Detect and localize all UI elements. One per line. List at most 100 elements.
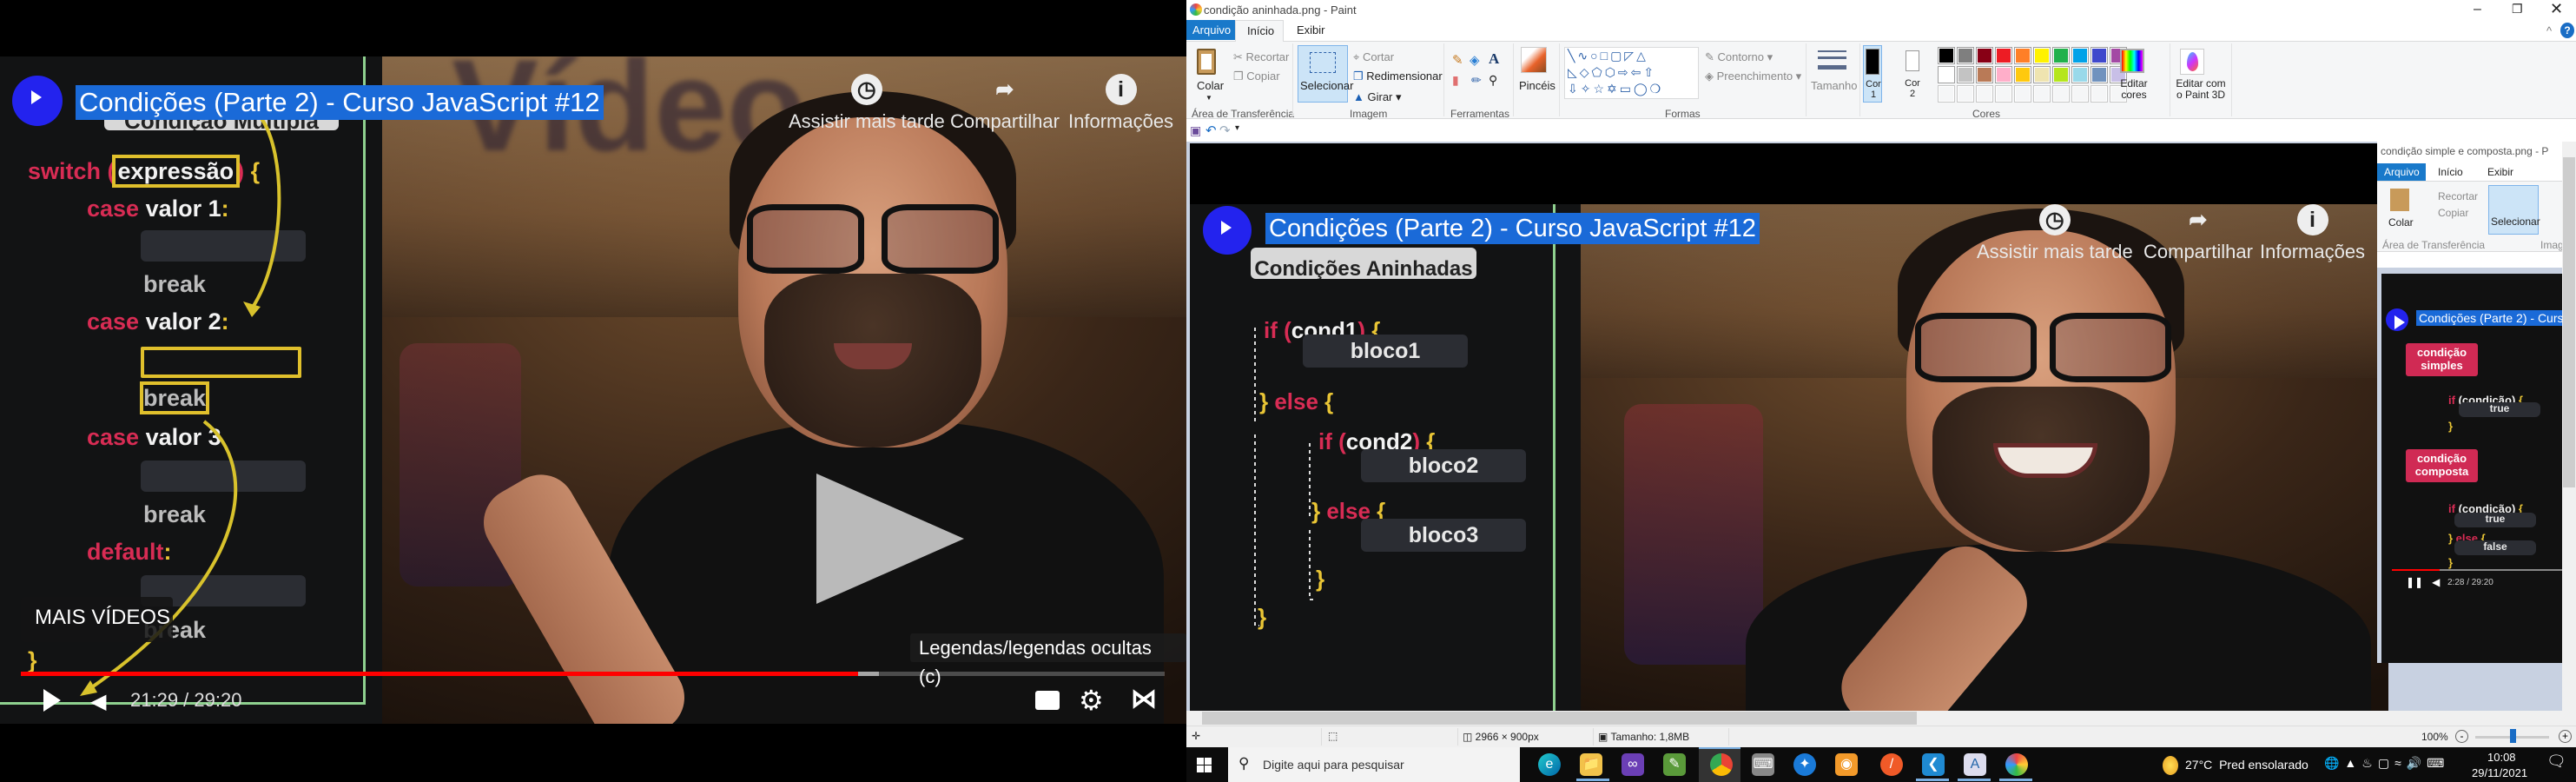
resize-button[interactable]: ❐ Redimensionar xyxy=(1353,70,1443,83)
vertical-scrollbar[interactable] xyxy=(2562,142,2576,711)
copy-button[interactable]: ❐ Copiar xyxy=(1233,70,1280,83)
palette-swatch[interactable] xyxy=(2033,47,2051,64)
color1-button[interactable]: Cor 1 xyxy=(1863,45,1882,103)
palette-swatch[interactable] xyxy=(2033,85,2051,103)
horizontal-scrollbar[interactable] xyxy=(1186,711,2576,726)
outline-button[interactable]: ✎ Contorno ▾ xyxy=(1705,50,1773,64)
palette-swatch[interactable] xyxy=(2014,85,2031,103)
palette-swatch[interactable] xyxy=(2052,66,2070,83)
palette-swatch[interactable] xyxy=(2091,66,2108,83)
palette-swatch[interactable] xyxy=(1995,47,2012,64)
palette-swatch[interactable] xyxy=(1938,66,1955,83)
customize-qat-icon[interactable]: ▾ xyxy=(1235,123,1239,133)
info-button[interactable]: i Informações xyxy=(1068,74,1173,133)
edit-paint3d-button[interactable]: Editar com o Paint 3D xyxy=(2175,78,2227,101)
palette-swatch[interactable] xyxy=(2091,47,2108,64)
video-title[interactable]: Condições (Parte 2) - Curso JavaScript #… xyxy=(76,85,604,120)
paste-button[interactable]: Colar xyxy=(1197,79,1224,92)
notifications-icon[interactable]: 🗨 xyxy=(2546,752,2566,771)
minimize-button[interactable]: – xyxy=(2474,2,2481,17)
palette-swatch[interactable] xyxy=(1976,47,1993,64)
clock-time[interactable]: 10:08 xyxy=(2487,751,2516,764)
palette-swatch[interactable] xyxy=(1976,85,1993,103)
clock-date[interactable]: 29/11/2021 xyxy=(2472,766,2527,779)
document-icon[interactable]: A xyxy=(1964,753,1986,776)
shapes-gallery[interactable]: ╲∿○□▢◸△ ◺◇⬠⬡⇨⇦⇧ ⇩✧☆✡▭◯❍ xyxy=(1564,47,1699,99)
color2-button[interactable] xyxy=(1906,50,1919,71)
info-button[interactable]: i Informações xyxy=(2260,204,2365,263)
tab-arquivo[interactable]: Arquivo xyxy=(1186,20,1235,40)
color-picker-tool[interactable]: ✏ xyxy=(1471,73,1482,88)
palette-swatch[interactable] xyxy=(2091,85,2108,103)
weather-widget[interactable]: 27°C Pred ensolarado xyxy=(2185,758,2308,772)
fill-tool[interactable]: ◈ xyxy=(1470,52,1480,68)
tab-exibir[interactable]: Exibir xyxy=(1297,23,1325,36)
edit-colors-button[interactable]: Editar cores xyxy=(2119,78,2149,101)
palette-swatch[interactable] xyxy=(2014,66,2031,83)
fill-button[interactable]: ◈ Preenchimento ▾ xyxy=(1705,70,1801,83)
vscode-icon[interactable]: ❮ xyxy=(1922,753,1945,776)
palette-swatch[interactable] xyxy=(2071,66,2089,83)
restore-button[interactable]: ❐ xyxy=(2512,2,2523,17)
clock-button[interactable]: ◷ Assistir mais tarde xyxy=(1977,204,2133,263)
palette-swatch[interactable] xyxy=(2033,66,2051,83)
palette-swatch[interactable] xyxy=(2052,85,2070,103)
palette-swatch[interactable] xyxy=(1957,85,1974,103)
search-box[interactable]: ⚲ Digite aqui para pesquisar xyxy=(1228,747,1520,782)
collapse-ribbon-icon[interactable]: ^ xyxy=(2546,24,2552,37)
file-explorer-icon[interactable]: 📁 xyxy=(1580,753,1602,776)
channel-logo[interactable] xyxy=(1203,206,1252,255)
chrome-icon[interactable] xyxy=(1710,753,1733,776)
palette-swatch[interactable] xyxy=(2071,47,2089,64)
more-videos-button[interactable]: MAIS VÍDEOS xyxy=(21,597,173,642)
palette-swatch[interactable] xyxy=(2052,47,2070,64)
app-orange-icon[interactable]: / xyxy=(1880,753,1903,776)
brushes-button[interactable]: Pincéis xyxy=(1519,79,1556,92)
share-button[interactable]: ➦ Compartilhar xyxy=(950,74,1060,133)
nested-paint-window[interactable]: condição simple e composta.png - P Arqui… xyxy=(2377,142,2562,663)
palette-swatch[interactable] xyxy=(1938,47,1955,64)
exit-fullscreen-icon[interactable]: ⋈ xyxy=(1131,684,1157,714)
magnifier-tool[interactable]: ⚲ xyxy=(1489,73,1497,88)
palette-swatch[interactable] xyxy=(1976,66,1993,83)
zoom-in-button[interactable]: + xyxy=(2559,730,2572,743)
app-bird-icon[interactable]: ✦ xyxy=(1793,753,1816,776)
save-icon[interactable]: ▣ xyxy=(1190,123,1201,138)
text-tool[interactable]: A xyxy=(1489,50,1499,68)
palette-swatch[interactable] xyxy=(2071,85,2089,103)
video-title[interactable]: Condições (Parte 2) - Curso JavaScript #… xyxy=(1265,213,1760,244)
eraser-tool[interactable]: ▮ xyxy=(1452,73,1459,88)
select-button[interactable]: Selecionar xyxy=(1298,45,1353,103)
redo-icon[interactable]: ↷ xyxy=(1219,123,1231,138)
paint-taskbar-icon[interactable] xyxy=(2005,753,2028,776)
help-icon[interactable]: ? xyxy=(2560,23,2574,38)
rotate-button[interactable]: ▲ Girar ▾ xyxy=(1353,90,1402,104)
system-tray-icons[interactable]: 🌐▲♨▢≈🔊⌨ xyxy=(2324,756,2449,771)
start-button[interactable] xyxy=(1197,758,1212,772)
channel-logo[interactable] xyxy=(12,76,63,126)
volume-icon[interactable]: ◀ xyxy=(90,689,111,713)
palette-swatch[interactable] xyxy=(1938,85,1955,103)
play-button[interactable] xyxy=(43,689,61,712)
progress-bar[interactable] xyxy=(21,672,1165,676)
undo-icon[interactable]: ↶ xyxy=(1205,123,1217,138)
pencil-tool[interactable]: ✎ xyxy=(1452,52,1463,68)
tab-inicio[interactable]: Início xyxy=(1235,20,1284,42)
palette-swatch[interactable] xyxy=(1995,85,2012,103)
palette-swatch[interactable] xyxy=(2014,47,2031,64)
scratch-icon[interactable]: ◉ xyxy=(1835,753,1858,776)
left-video-player[interactable]: Vídeo Condição Múltipla switch (expressã… xyxy=(0,56,1186,724)
edge-icon[interactable]: e xyxy=(1538,753,1561,776)
zoom-slider[interactable] xyxy=(2475,729,2549,743)
clock-button[interactable]: ◷ Assistir mais tarde xyxy=(789,74,945,133)
zoom-out-button[interactable]: - xyxy=(2455,730,2468,743)
palette-swatch[interactable] xyxy=(1957,66,1974,83)
crop-button[interactable]: ⌖ Cortar xyxy=(1353,50,1394,64)
palette-swatch[interactable] xyxy=(1957,47,1974,64)
canvas-image[interactable]: Condições Aninhadas if (cond1) {} else {… xyxy=(1190,143,2388,711)
visual-studio-icon[interactable]: ∞ xyxy=(1622,753,1644,776)
size-button[interactable]: Tamanho xyxy=(1811,79,1857,92)
captions-icon[interactable] xyxy=(1035,691,1060,710)
settings-icon[interactable]: ⚙ xyxy=(1079,684,1104,717)
share-button[interactable]: ➦ Compartilhar xyxy=(2143,204,2253,263)
